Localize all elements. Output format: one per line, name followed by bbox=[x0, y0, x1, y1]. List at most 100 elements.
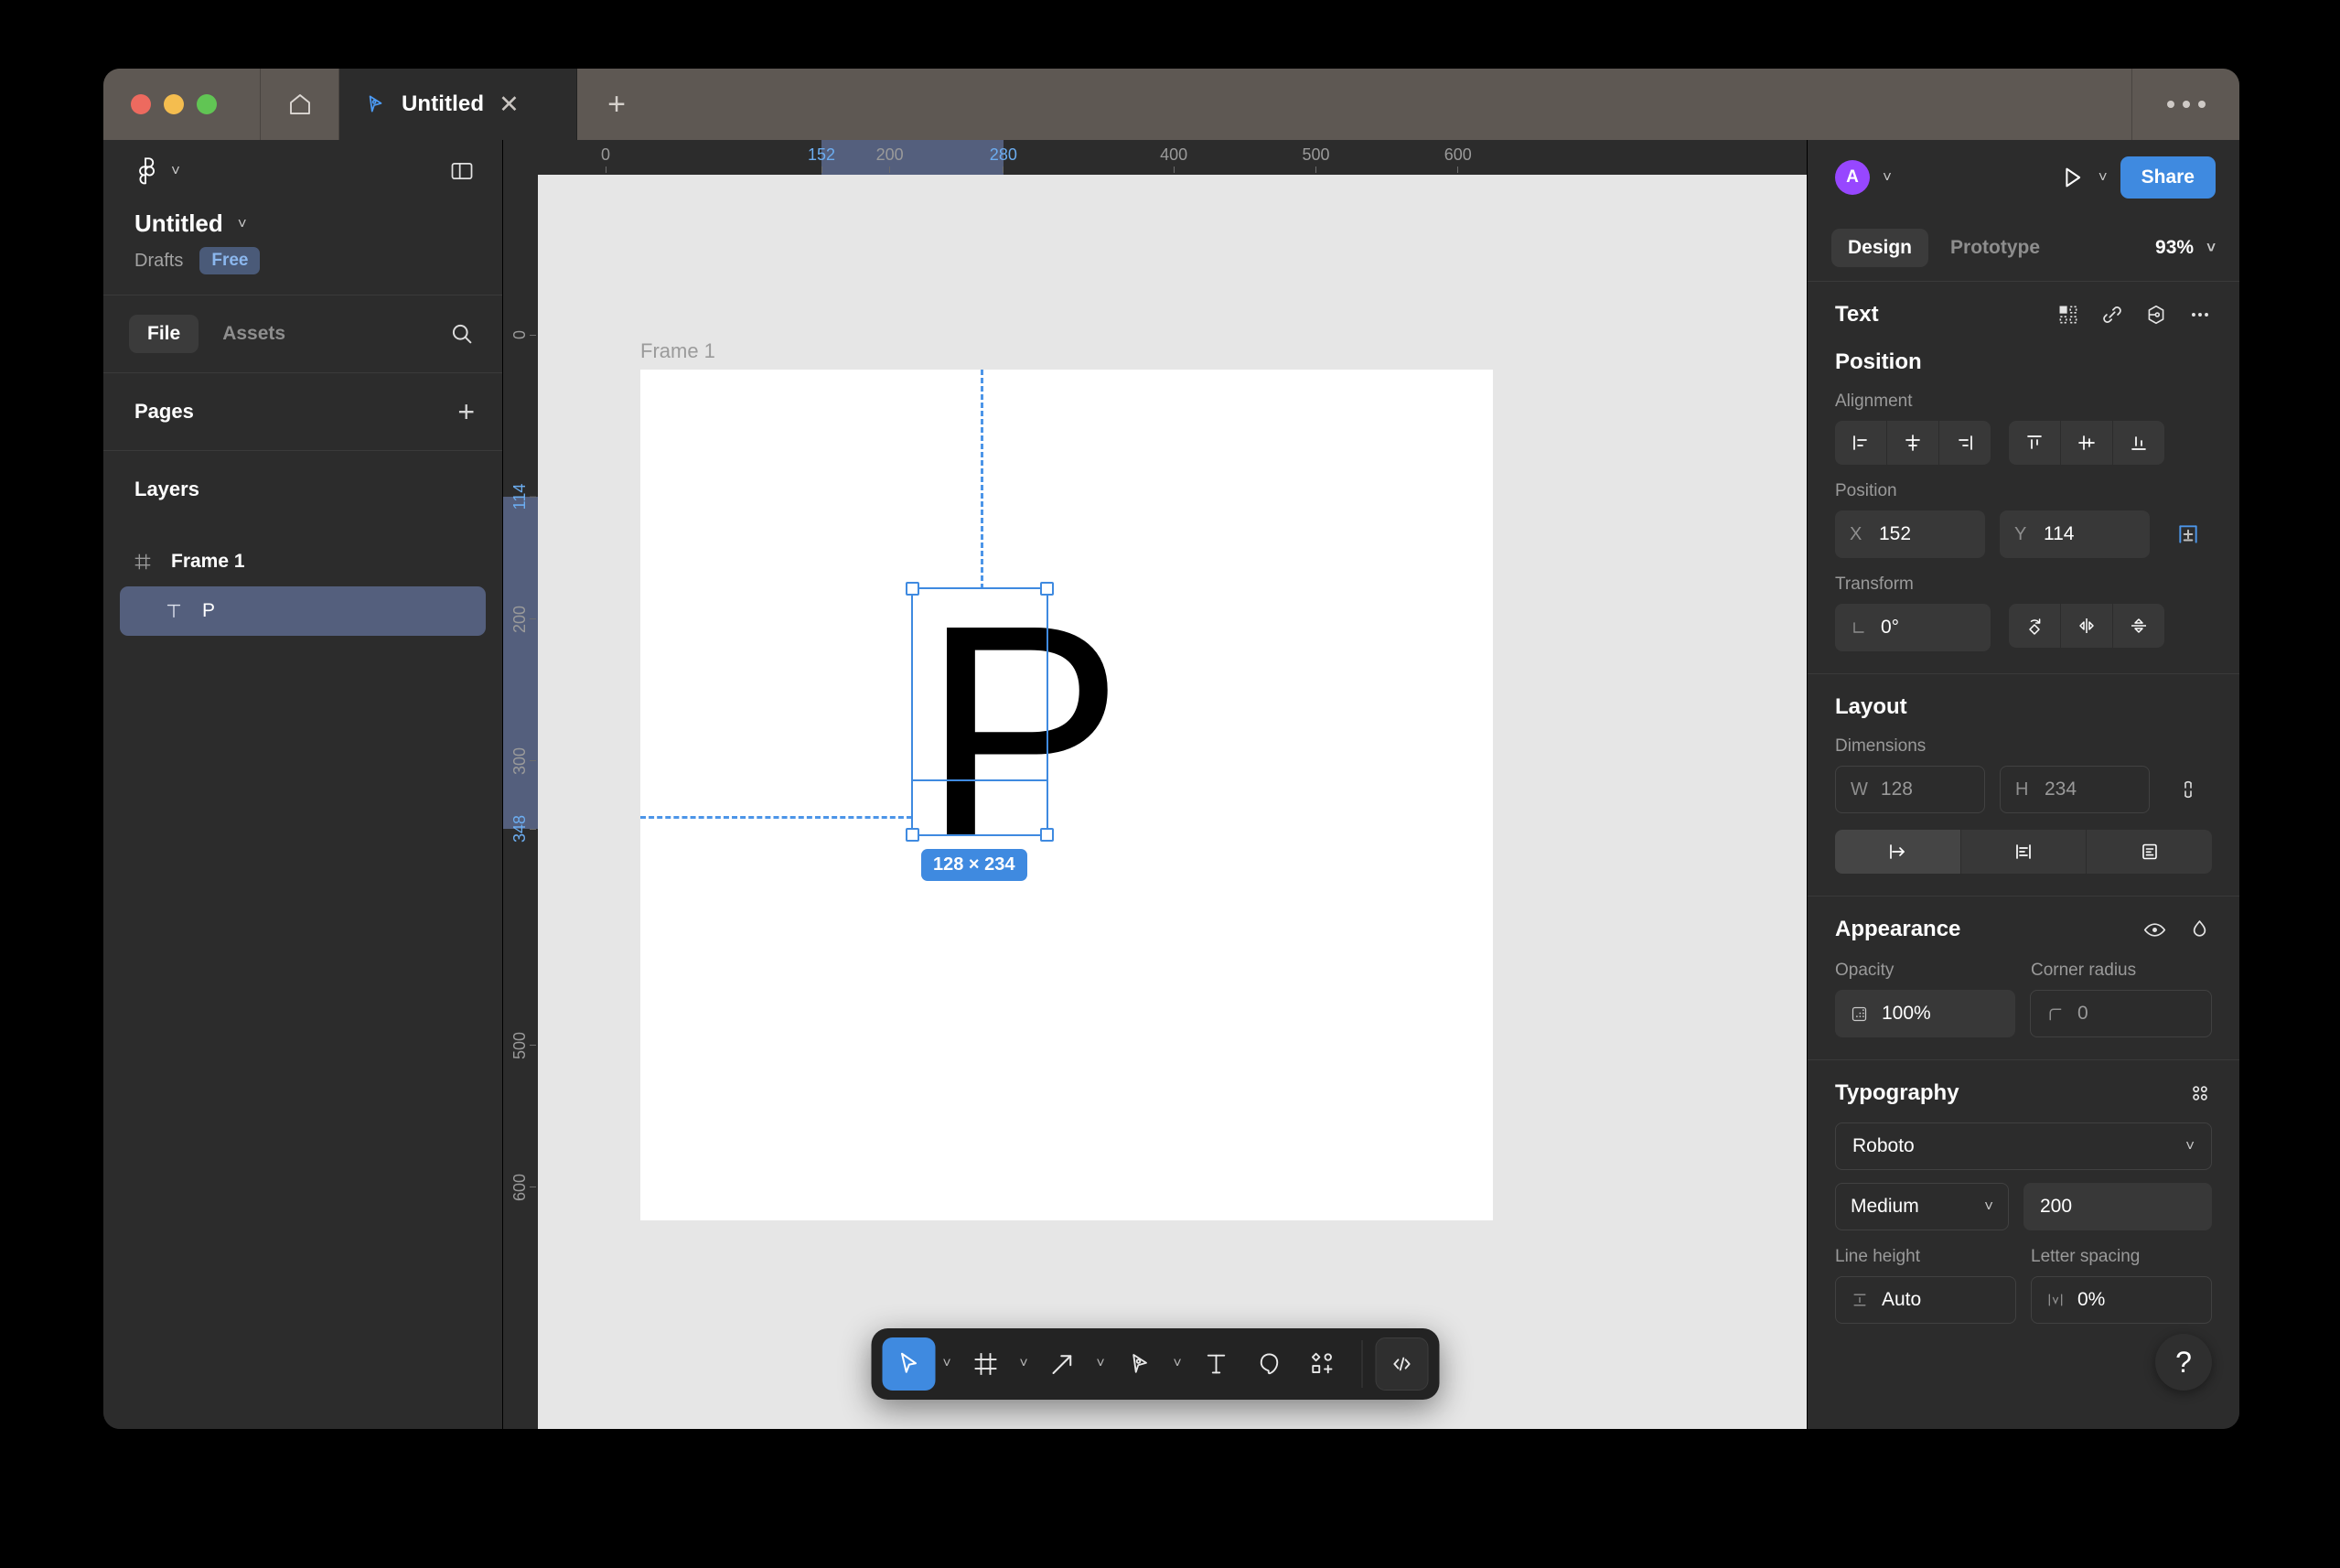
constraints-icon[interactable] bbox=[2164, 522, 2212, 546]
resize-handle-bottom-right[interactable] bbox=[1040, 828, 1054, 842]
shape-tool-button[interactable] bbox=[1036, 1337, 1089, 1391]
export-settings-icon[interactable] bbox=[2144, 303, 2168, 327]
align-bottom-icon[interactable] bbox=[2112, 421, 2164, 465]
figma-menu-button[interactable]: ˅ bbox=[134, 156, 180, 187]
dev-mode-button[interactable] bbox=[1375, 1337, 1428, 1391]
present-button[interactable] bbox=[2058, 164, 2086, 191]
home-button[interactable] bbox=[261, 69, 339, 140]
actions-tool-button[interactable] bbox=[1295, 1337, 1348, 1391]
more-horizontal-icon[interactable] bbox=[2188, 303, 2212, 327]
file-info-block: Untitled ˅ Drafts Free bbox=[103, 202, 502, 295]
file-name-row[interactable]: Untitled ˅ bbox=[134, 209, 471, 238]
ruler-h-tick: 400 bbox=[1160, 140, 1187, 175]
pen-tool-button[interactable] bbox=[1112, 1337, 1165, 1391]
frame-icon bbox=[971, 1350, 999, 1378]
frame-1[interactable]: P 128 × 234 bbox=[640, 370, 1493, 1220]
align-horizontal-center-icon[interactable] bbox=[1886, 421, 1938, 465]
width-field[interactable]: W 128 bbox=[1835, 766, 1985, 813]
plus-icon[interactable]: + bbox=[457, 397, 475, 426]
share-button[interactable]: Share bbox=[2120, 156, 2216, 199]
frame-tool-button[interactable] bbox=[959, 1337, 1012, 1391]
comment-tool-button[interactable] bbox=[1242, 1337, 1295, 1391]
selection-bounding-box[interactable] bbox=[906, 582, 1054, 842]
tab-prototype[interactable]: Prototype bbox=[1934, 229, 2056, 267]
text-baseline-indicator bbox=[911, 779, 1048, 781]
sidebar-top-row: ˅ bbox=[103, 140, 502, 202]
tab-file[interactable]: File bbox=[129, 315, 199, 353]
file-meta-row: Drafts Free bbox=[134, 247, 471, 274]
tab-assets[interactable]: Assets bbox=[204, 315, 304, 353]
layer-row-p[interactable]: P bbox=[120, 586, 486, 636]
window-overflow-menu-button[interactable] bbox=[2131, 69, 2239, 140]
vertical-ruler[interactable]: 0 114 200 300 348 500 600 bbox=[503, 175, 538, 1429]
canvas-area[interactable]: 0 152 200 280 400 500 600 0 114 200 300 348 500 600 … bbox=[503, 140, 1807, 1429]
file-name-label: Untitled bbox=[134, 209, 223, 237]
chevron-down-icon[interactable]: ˅ bbox=[1883, 168, 1892, 187]
search-icon[interactable] bbox=[449, 321, 475, 347]
flip-vertical-icon[interactable] bbox=[2112, 604, 2164, 648]
align-left-icon[interactable] bbox=[1835, 421, 1886, 465]
close-icon[interactable]: ✕ bbox=[499, 91, 520, 117]
minimize-window-button[interactable] bbox=[164, 94, 184, 114]
maximize-window-button[interactable] bbox=[197, 94, 217, 114]
typography-section-title: Typography bbox=[1835, 1080, 1959, 1105]
zoom-control[interactable]: 93% ˅ bbox=[2155, 237, 2216, 259]
line-height-field[interactable]: Auto bbox=[1835, 1276, 2016, 1324]
align-vertical-center-icon[interactable] bbox=[2060, 421, 2112, 465]
lock-ratio-icon[interactable] bbox=[2164, 779, 2212, 800]
eye-icon[interactable] bbox=[2142, 918, 2167, 942]
type-settings-icon[interactable] bbox=[2188, 1081, 2212, 1105]
auto-height-icon[interactable] bbox=[1959, 830, 2087, 874]
pen-tool-chevron[interactable]: ˅ bbox=[1165, 1356, 1189, 1372]
blend-mode-icon[interactable] bbox=[2187, 918, 2212, 942]
layer-row-frame-1[interactable]: Frame 1 bbox=[120, 537, 486, 586]
frame-label[interactable]: Frame 1 bbox=[640, 339, 715, 363]
resize-handle-top-right[interactable] bbox=[1040, 582, 1054, 596]
shape-tool-chevron[interactable]: ˅ bbox=[1089, 1356, 1112, 1372]
close-window-button[interactable] bbox=[131, 94, 151, 114]
panel-toggle-icon[interactable] bbox=[449, 158, 475, 184]
opacity-field[interactable]: 100% bbox=[1835, 990, 2015, 1037]
height-field[interactable]: H 234 bbox=[2000, 766, 2150, 813]
rotation-value: 0° bbox=[1881, 617, 1900, 638]
alignment-buttons bbox=[1835, 421, 2212, 465]
font-weight-select[interactable]: Medium ˅ bbox=[1835, 1183, 2009, 1230]
flip-horizontal-icon[interactable] bbox=[2060, 604, 2112, 648]
rotate-icon[interactable] bbox=[2009, 604, 2060, 648]
position-y-key: Y bbox=[2014, 523, 2027, 544]
position-y-field[interactable]: Y 114 bbox=[2000, 510, 2150, 558]
layout-section: Layout Dimensions W 128 H 234 bbox=[1808, 674, 2239, 896]
typography-header: Typography bbox=[1835, 1080, 2212, 1106]
fixed-size-icon[interactable] bbox=[2086, 830, 2213, 874]
avatar[interactable]: A bbox=[1835, 160, 1870, 195]
resize-handle-bottom-left[interactable] bbox=[906, 828, 919, 842]
plus-icon: + bbox=[607, 86, 626, 122]
font-family-select[interactable]: Roboto ˅ bbox=[1835, 1122, 2212, 1170]
help-button[interactable]: ? bbox=[2155, 1334, 2212, 1391]
move-tool-button[interactable] bbox=[882, 1337, 935, 1391]
corner-radius-field[interactable]: 0 bbox=[2030, 990, 2212, 1037]
home-icon bbox=[286, 91, 314, 118]
text-tool-button[interactable] bbox=[1189, 1337, 1242, 1391]
frame-tool-chevron[interactable]: ˅ bbox=[1012, 1356, 1036, 1372]
auto-width-icon[interactable] bbox=[1835, 830, 1960, 874]
components-icon[interactable] bbox=[2056, 303, 2080, 327]
canvas-viewport[interactable]: Frame 1 P 128 × 234 bbox=[538, 175, 1807, 1429]
letter-spacing-field[interactable]: 0% bbox=[2031, 1276, 2212, 1324]
design-prototype-tabs: Design Prototype 93% ˅ bbox=[1808, 215, 2239, 281]
resize-handle-top-left[interactable] bbox=[906, 582, 919, 596]
link-icon[interactable] bbox=[2100, 303, 2124, 327]
align-top-icon[interactable] bbox=[2009, 421, 2060, 465]
align-right-icon[interactable] bbox=[1938, 421, 1991, 465]
tab-design[interactable]: Design bbox=[1831, 229, 1929, 267]
font-size-field[interactable]: 200 bbox=[2023, 1183, 2212, 1230]
new-tab-button[interactable]: + bbox=[577, 69, 656, 140]
move-tool-chevron[interactable]: ˅ bbox=[935, 1356, 959, 1372]
rotation-field[interactable]: 0° bbox=[1835, 604, 1991, 651]
ruler-h-tick: 200 bbox=[876, 140, 904, 175]
pages-label: Pages bbox=[134, 400, 194, 423]
chevron-down-icon[interactable]: ˅ bbox=[2098, 168, 2108, 187]
horizontal-ruler[interactable]: 0 152 200 280 400 500 600 bbox=[503, 140, 1807, 175]
position-x-field[interactable]: X 152 bbox=[1835, 510, 1985, 558]
file-tab[interactable]: Untitled ✕ bbox=[339, 69, 577, 140]
